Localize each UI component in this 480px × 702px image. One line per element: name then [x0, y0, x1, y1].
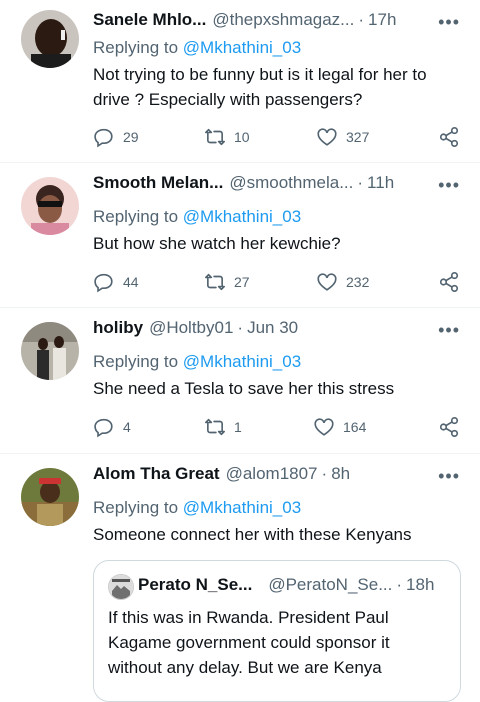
author-handle[interactable]: @Holtby01 [149, 318, 233, 338]
reply-button[interactable]: 44 [93, 271, 139, 293]
more-icon[interactable]: ••• [438, 320, 460, 341]
reply-count: 29 [123, 129, 139, 145]
tweet-actions: 29 10 327 [93, 126, 468, 150]
avatar[interactable] [21, 10, 79, 68]
quoted-author-name[interactable]: Perato N_Se... [138, 575, 252, 595]
quoted-author-handle[interactable]: @PeratoN_Se... [268, 575, 392, 595]
tweet-actions: 44 27 232 [93, 271, 468, 295]
tweet-text: Not trying to be funny but is it legal f… [93, 65, 427, 109]
timestamp[interactable]: 17h [368, 10, 396, 30]
retweet-button[interactable]: 1 [204, 416, 242, 438]
like-count: 232 [346, 274, 370, 290]
reply-button[interactable]: 29 [93, 126, 139, 148]
reply-mention-link[interactable]: @Mkhathini_03 [183, 38, 301, 57]
reply-icon [94, 128, 113, 148]
author-handle[interactable]: @thepxshmagaz... [212, 10, 354, 30]
separator-dot: · [237, 318, 244, 337]
reply-icon [94, 418, 113, 438]
like-count: 164 [343, 419, 367, 435]
quoted-tweet-text: If this was in Rwanda. President Paul Ka… [108, 608, 390, 677]
author-name[interactable]: Sanele Mhlo... [93, 10, 206, 30]
like-button[interactable]: 164 [313, 416, 366, 438]
retweet-count: 10 [234, 129, 250, 145]
retweet-button[interactable]: 10 [204, 126, 250, 148]
reply-mention-link[interactable]: @Mkhathini_03 [183, 498, 301, 517]
tweet[interactable]: Alom Tha Great @alom1807 · 8h ••• Replyi… [0, 454, 480, 702]
like-count: 327 [346, 129, 370, 145]
separator-dot: · [321, 464, 328, 483]
reply-prefix: Replying to [93, 352, 179, 371]
share-button[interactable] [438, 271, 468, 293]
share-button[interactable] [438, 416, 468, 438]
avatar[interactable] [21, 468, 79, 526]
more-icon[interactable]: ••• [438, 12, 460, 33]
retweet-icon [205, 128, 225, 146]
reply-count: 4 [123, 419, 131, 435]
share-icon [439, 417, 459, 437]
quoted-tweet[interactable]: Perato N_Se... @PeratoN_Se... · 18h If t… [93, 560, 461, 702]
reply-context: Replying to @Mkhathini_03 [93, 498, 301, 518]
like-icon [314, 418, 334, 436]
author-name[interactable]: Smooth Melan... [93, 173, 223, 193]
tweet-text: Someone connect her with these Kenyans [93, 525, 412, 544]
avatar[interactable] [21, 177, 79, 235]
author-name[interactable]: Alom Tha Great [93, 464, 220, 484]
reply-icon [94, 273, 113, 293]
separator-dot: · [358, 10, 365, 29]
author-handle[interactable]: @alom1807 [226, 464, 318, 484]
author-handle[interactable]: @smoothmela... [229, 173, 353, 193]
retweet-icon [205, 418, 225, 436]
tweet-text: But how she watch her kewchie? [93, 234, 341, 253]
share-button[interactable] [438, 126, 468, 148]
retweet-count: 1 [234, 419, 242, 435]
retweet-count: 27 [234, 274, 250, 290]
share-icon [439, 127, 459, 147]
like-button[interactable]: 327 [316, 126, 369, 148]
reply-context: Replying to @Mkhathini_03 [93, 207, 301, 227]
reply-prefix: Replying to [93, 38, 179, 57]
tweet[interactable]: holiby @Holtby01 · Jun 30 ••• Replying t… [0, 308, 480, 454]
reply-prefix: Replying to [93, 498, 179, 517]
reply-button[interactable]: 4 [93, 416, 131, 438]
tweet[interactable]: Sanele Mhlo... @thepxshmagaz... · 17h ••… [0, 0, 480, 163]
reply-context: Replying to @Mkhathini_03 [93, 352, 301, 372]
tweet-actions: 4 1 164 [93, 416, 468, 440]
separator-dot: · [396, 575, 403, 594]
tweet[interactable]: Smooth Melan... @smoothmela... · 11h •••… [0, 163, 480, 308]
like-button[interactable]: 232 [316, 271, 369, 293]
like-icon [317, 273, 337, 291]
reply-mention-link[interactable]: @Mkhathini_03 [183, 207, 301, 226]
timestamp[interactable]: 11h [367, 173, 394, 193]
retweet-icon [205, 273, 225, 291]
timestamp[interactable]: 8h [331, 464, 350, 484]
tweet-text: She need a Tesla to save her this stress [93, 379, 395, 398]
separator-dot: · [357, 173, 364, 192]
more-icon[interactable]: ••• [438, 175, 460, 196]
retweet-button[interactable]: 27 [204, 271, 250, 293]
reply-count: 44 [123, 274, 139, 290]
reply-context: Replying to @Mkhathini_03 [93, 38, 301, 58]
author-name[interactable]: holiby [93, 318, 143, 338]
quoted-avatar[interactable] [108, 574, 134, 600]
reply-mention-link[interactable]: @Mkhathini_03 [183, 352, 301, 371]
quoted-timestamp[interactable]: 18h [406, 575, 434, 595]
like-icon [317, 128, 337, 146]
more-icon[interactable]: ••• [438, 466, 460, 487]
avatar[interactable] [21, 322, 79, 380]
timestamp[interactable]: Jun 30 [247, 318, 298, 338]
reply-prefix: Replying to [93, 207, 179, 226]
share-icon [439, 272, 459, 292]
